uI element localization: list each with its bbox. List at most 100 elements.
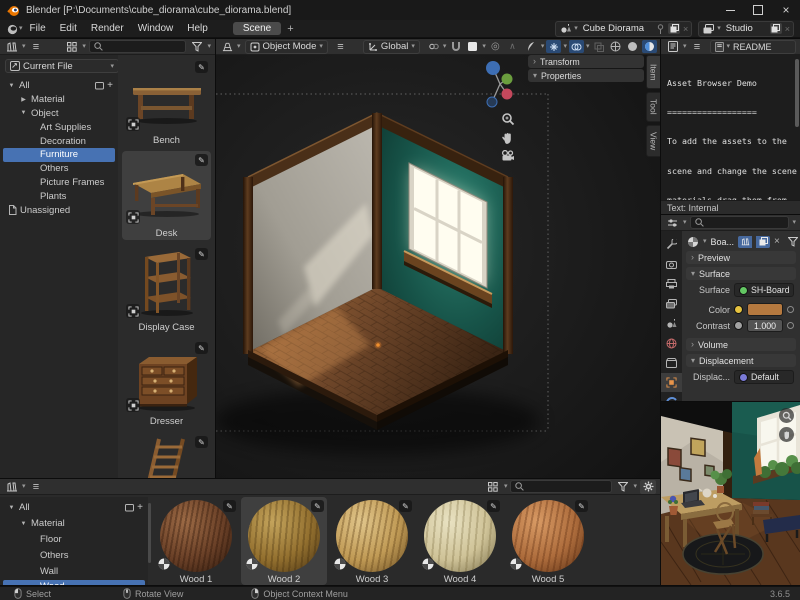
viewport-editor-icon[interactable]: [220, 40, 235, 53]
transform-panel-header[interactable]: › Transform: [528, 55, 644, 68]
chevron-down-icon[interactable]: ▾: [22, 483, 26, 490]
menu-file[interactable]: File: [23, 23, 53, 34]
pin-icon[interactable]: [655, 22, 665, 35]
catalog-item-decoration[interactable]: Decoration: [3, 134, 115, 148]
chevron-down-icon[interactable]: ▾: [82, 43, 86, 50]
menu-window[interactable]: Window: [131, 23, 181, 34]
sidebar-tab-tool[interactable]: Tool: [646, 92, 660, 122]
chevron-down-icon[interactable]: ▾: [443, 43, 447, 50]
view-layer-icon[interactable]: [702, 22, 714, 35]
catalog-item-others[interactable]: Others: [3, 548, 145, 562]
display-mode-grid-icon[interactable]: [486, 480, 501, 493]
catalog-item-all[interactable]: ▼ All +: [3, 501, 145, 515]
transform-orientation-dropdown[interactable]: Global ▾: [363, 40, 420, 54]
new-copy-icon[interactable]: [668, 23, 680, 34]
catalog-item-unassigned[interactable]: Unassigned: [3, 203, 115, 217]
catalog-item-art-supplies[interactable]: Art Supplies: [3, 120, 115, 134]
preview-3d-viewport[interactable]: [661, 402, 800, 585]
asset-search-input[interactable]: [89, 40, 187, 53]
tab-object-icon[interactable]: [661, 373, 682, 392]
menu-render[interactable]: Render: [84, 23, 131, 34]
add-catalog-button[interactable]: +: [137, 502, 143, 513]
edit-asset-icon[interactable]: ✎: [575, 500, 588, 512]
navigate-gizmo[interactable]: [476, 57, 524, 113]
catalog-item-material[interactable]: ▼ Material: [3, 517, 145, 531]
edit-asset-icon[interactable]: ✎: [487, 500, 500, 512]
show-overlays-toggle[interactable]: [569, 40, 584, 53]
minimize-button[interactable]: [716, 0, 744, 20]
tree-open-icon[interactable]: ▼: [7, 505, 16, 511]
keying-visibility-icon[interactable]: [524, 40, 539, 53]
shading-rendered-icon[interactable]: [659, 40, 660, 53]
catalog-item-picture-frames[interactable]: Picture Frames: [3, 176, 115, 190]
text-editor-scrollbar[interactable]: [795, 59, 799, 127]
catalog-item-others[interactable]: Others: [3, 162, 115, 176]
edit-asset-icon[interactable]: ✎: [195, 61, 208, 73]
chevron-down-icon[interactable]: ▾: [683, 219, 687, 226]
asset-card-display-case[interactable]: ✎ Display Case: [122, 245, 211, 334]
chevron-down-icon[interactable]: ▾: [717, 25, 721, 32]
asset-card-ladder[interactable]: ✎: [122, 433, 211, 478]
pan-view-hand-button[interactable]: [779, 427, 794, 442]
chevron-down-icon[interactable]: ▾: [586, 43, 590, 50]
tab-tool-icon[interactable]: [661, 235, 682, 254]
menu-hamburger-icon[interactable]: ≡: [29, 480, 44, 493]
catalog-item-furniture[interactable]: Furniture: [3, 148, 115, 162]
chevron-down-icon[interactable]: ▾: [504, 483, 508, 490]
tree-scrollbar[interactable]: [148, 503, 151, 563]
edit-asset-icon[interactable]: ✎: [223, 500, 236, 512]
color-swatch[interactable]: [747, 303, 783, 316]
proportional-editing-icon[interactable]: ◎: [488, 40, 503, 53]
properties-search-input[interactable]: [690, 216, 790, 229]
edit-asset-icon[interactable]: ✎: [311, 500, 324, 512]
material-datablock-icon[interactable]: [686, 235, 699, 248]
asset-card-wood-5[interactable]: ✎ Wood 5: [505, 497, 591, 585]
properties-panel-header[interactable]: ▾ Properties: [528, 69, 644, 82]
chevron-down-icon[interactable]: ▾: [703, 238, 707, 245]
chevron-down-icon[interactable]: ▾: [683, 43, 687, 50]
gear-icon[interactable]: [640, 480, 656, 494]
tab-render-icon[interactable]: [661, 255, 682, 274]
edit-asset-icon[interactable]: ✎: [195, 342, 208, 354]
toggle-xray-icon[interactable]: [591, 40, 606, 53]
displacement-panel-header[interactable]: ▾ Displacement: [686, 354, 796, 367]
material-name[interactable]: Boa...: [711, 237, 735, 247]
gizmo-neg-axis[interactable]: [487, 97, 497, 107]
chevron-down-icon[interactable]: ▾: [207, 43, 211, 50]
chevron-down-icon[interactable]: ▾: [792, 219, 796, 226]
asset-browser-editor-icon[interactable]: [4, 40, 19, 53]
catalog-item-material[interactable]: ▶ Material: [3, 93, 115, 107]
maximize-button[interactable]: [744, 0, 772, 20]
fake-user-copy-icon[interactable]: [756, 236, 770, 248]
new-copy-icon[interactable]: [770, 23, 782, 34]
displacement-input[interactable]: Default: [734, 370, 794, 384]
asset-card-wood-3[interactable]: ✎ Wood 3: [329, 497, 415, 585]
chevron-down-icon[interactable]: ▾: [237, 43, 241, 50]
view-layer-name[interactable]: Studio: [724, 23, 767, 34]
catalog-item-floor[interactable]: Floor: [3, 533, 145, 547]
surface-panel-header[interactable]: ▾ Surface: [686, 267, 796, 280]
asset-card-wood-1[interactable]: ✎ Wood 1: [153, 497, 239, 585]
tree-open-icon[interactable]: ▼: [19, 521, 28, 527]
catalog-item-wall[interactable]: Wall: [3, 564, 145, 578]
catalog-item-all[interactable]: ▼ All +: [3, 79, 115, 93]
asset-shelf-toggle[interactable]: [738, 236, 752, 248]
unlink-material-button[interactable]: ×: [774, 236, 780, 247]
asset-card-dresser[interactable]: ✎ Dresser: [122, 339, 211, 428]
chevron-down-icon[interactable]: ▾: [541, 43, 545, 50]
edit-asset-icon[interactable]: ✎: [195, 436, 208, 448]
new-catalog-icon[interactable]: [124, 501, 134, 514]
close-button[interactable]: ×: [772, 0, 800, 20]
diorama-scene[interactable]: [216, 55, 660, 478]
gizmo-y-axis[interactable]: [502, 74, 513, 85]
shading-wireframe-icon[interactable]: [608, 40, 623, 53]
asset-card-wood-2[interactable]: ✎ Wood 2: [241, 497, 327, 585]
unlink-icon[interactable]: ×: [683, 24, 688, 34]
contrast-slider[interactable]: 1.000: [747, 319, 783, 332]
chevron-down-icon[interactable]: ▾: [574, 25, 578, 32]
tab-scene-icon[interactable]: [661, 314, 682, 333]
asset-card-desk[interactable]: ✎ Desk: [122, 151, 211, 240]
catalog-item-plants[interactable]: Plants: [3, 189, 115, 203]
asset-browser-editor-icon[interactable]: [4, 480, 19, 493]
surface-shader-input[interactable]: SH-Board...: [734, 283, 794, 297]
